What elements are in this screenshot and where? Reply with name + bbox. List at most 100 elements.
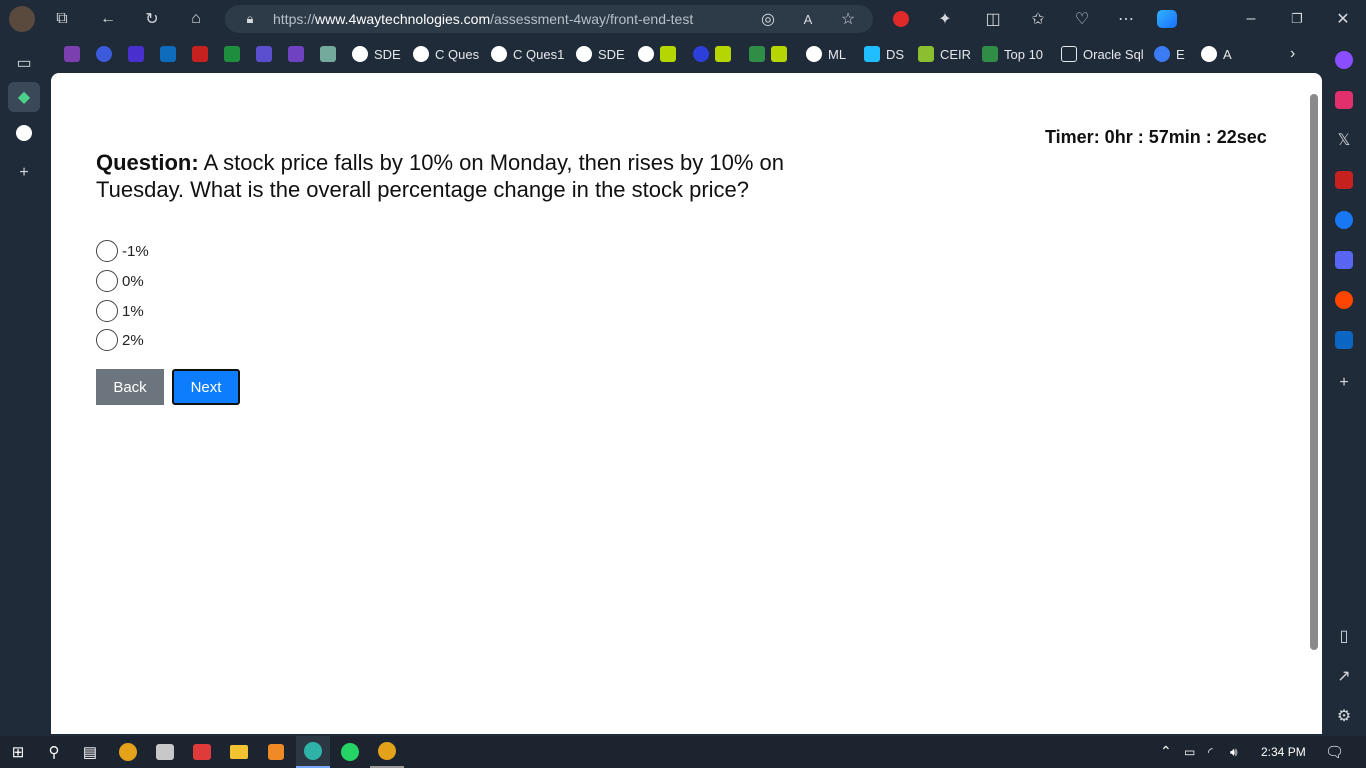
timer: Timer: 0hr : 57min : 22sec (1045, 127, 1267, 147)
bookmark-oracle-sql[interactable]: Oracle Sql (1061, 44, 1144, 64)
add-sidebar-app-icon[interactable]: + (1331, 370, 1357, 396)
option-1[interactable]: -1% (96, 239, 149, 263)
favorite-star-icon[interactable]: ☆ (835, 6, 861, 32)
bookmark-ds[interactable]: DS (864, 44, 904, 64)
gmail-sidebar-icon[interactable] (1335, 171, 1353, 189)
volume-icon[interactable]: 🔊︎ (1230, 745, 1238, 760)
favorites-icon[interactable]: ✩ (1025, 6, 1051, 32)
discord-icon[interactable] (1335, 251, 1353, 269)
windows-start-icon[interactable]: ⊞ (1, 736, 35, 768)
edge-taskbar-icon[interactable] (296, 736, 330, 768)
bookmark-icon-7[interactable] (693, 44, 737, 64)
bookmark-c-ques[interactable]: C Ques (413, 44, 479, 64)
lock-icon: 🔒︎ (246, 11, 254, 26)
bookmark-icon-6[interactable] (638, 44, 682, 64)
bookmark-e[interactable]: E (1154, 44, 1185, 64)
open-external-icon[interactable]: ↗ (1331, 663, 1357, 689)
messenger-icon[interactable] (1335, 51, 1353, 69)
clock[interactable]: 2:34 PM (1261, 745, 1306, 759)
facebook-icon[interactable] (1335, 211, 1353, 229)
app-taskbar-icon-2[interactable] (185, 736, 219, 768)
search-icon[interactable]: ⚲ (37, 736, 71, 768)
instagram-icon[interactable] (1335, 91, 1353, 109)
bookmark-icon-8[interactable] (749, 44, 793, 64)
back-arrow-icon[interactable]: ← (95, 6, 121, 32)
option-label: 0% (122, 272, 144, 290)
bookmark-icon-5[interactable] (288, 44, 310, 64)
task-view-icon[interactable]: ▤ (73, 736, 107, 768)
close-icon[interactable]: ✕ (1330, 6, 1356, 32)
tab-sidebar-toggle-icon[interactable]: ▭ (11, 50, 37, 76)
linkedin-icon[interactable] (1335, 331, 1353, 349)
question-label: Question: (96, 150, 199, 175)
refresh-icon[interactable]: ↻ (139, 6, 165, 32)
page-content: Timer: 0hr : 57min : 22sec Question: A s… (51, 73, 1322, 734)
profile-avatar[interactable] (9, 6, 35, 32)
x-twitter-icon[interactable]: 𝕏 (1331, 127, 1357, 153)
bookmark-icon-3[interactable] (128, 44, 150, 64)
option-4[interactable]: 2% (96, 328, 144, 352)
read-aloud-icon[interactable]: A (795, 6, 821, 32)
tab-actions-icon[interactable]: ⧉ (49, 6, 75, 32)
address-bar[interactable]: 🔒︎ https://www.4waytechnologies.com/asse… (225, 5, 873, 33)
option-3[interactable]: 1% (96, 299, 144, 323)
windows-taskbar: ⊞ ⚲ ▤ ⌃ ▭ ◜ 🔊︎ 2:34 PM 🗨︎ (0, 736, 1366, 768)
github-icon (491, 46, 507, 62)
question-text: A stock price falls by 10% on Monday, th… (96, 150, 785, 202)
bookmark-icon-4[interactable] (256, 44, 278, 64)
chrome-taskbar-icon-2[interactable] (370, 736, 404, 768)
next-button[interactable]: Next (172, 369, 240, 405)
more-menu-icon[interactable]: ⋯ (1113, 6, 1139, 32)
battery-icon[interactable]: ▭ (1184, 745, 1195, 759)
gmail-icon[interactable] (192, 44, 214, 64)
notifications-icon[interactable]: 🗨︎ (1325, 743, 1344, 761)
google-icon (576, 46, 592, 62)
kaggle-icon (864, 46, 880, 62)
file-explorer-icon[interactable] (222, 736, 256, 768)
chatgpt-icon[interactable] (320, 44, 342, 64)
bookmark-top-10[interactable]: Top 10 (982, 44, 1043, 64)
chrome-taskbar-icon[interactable] (111, 736, 145, 768)
url-text: https://www.4waytechnologies.com/assessm… (273, 11, 694, 27)
app-taskbar-icon-1[interactable] (148, 736, 182, 768)
split-screen-icon[interactable]: ◫ (980, 6, 1006, 32)
bookmark-sde-1[interactable]: SDE (352, 44, 401, 64)
radio-button[interactable] (96, 240, 118, 262)
active-tab-icon[interactable]: ◆ (8, 82, 40, 112)
scrollbar-thumb[interactable] (1310, 94, 1318, 650)
browser-essentials-icon[interactable]: ♡ (1069, 6, 1095, 32)
sheets-icon[interactable] (224, 44, 246, 64)
bookmark-sde-2[interactable]: SDE (576, 44, 625, 64)
bookmark-ml[interactable]: ML (806, 44, 846, 64)
settings-gear-icon[interactable]: ⚙ (1331, 703, 1357, 729)
bookmark-ceir[interactable]: CEIR (918, 44, 971, 64)
restore-icon[interactable]: ❐ (1284, 6, 1310, 32)
reddit-icon[interactable] (1335, 291, 1353, 309)
back-button[interactable]: Back (96, 369, 164, 405)
bookmark-icon-2[interactable] (96, 44, 118, 64)
extension-stop-icon[interactable] (888, 6, 914, 32)
bookmark-icon-1[interactable] (64, 44, 86, 64)
home-icon[interactable]: ⌂ (183, 6, 209, 32)
radio-button[interactable] (96, 329, 118, 351)
radio-button[interactable] (96, 270, 118, 292)
outlook-icon[interactable] (160, 44, 182, 64)
sidebar-layout-icon[interactable]: ▯ (1331, 623, 1357, 649)
option-label: 1% (122, 302, 144, 320)
whatsapp-icon[interactable] (333, 736, 367, 768)
vertical-tab-bar: ▭ ◆ + (0, 40, 48, 734)
option-2[interactable]: 0% (96, 269, 144, 293)
new-tab-icon[interactable]: + (11, 160, 37, 186)
radio-button[interactable] (96, 300, 118, 322)
location-icon[interactable]: ◎ (755, 6, 781, 32)
bookmarks-overflow-icon[interactable]: › (1290, 44, 1295, 64)
minimize-icon[interactable]: – (1238, 6, 1264, 32)
sublime-text-icon[interactable] (259, 736, 293, 768)
google-tab-icon[interactable] (11, 120, 37, 146)
wifi-icon[interactable]: ◜ (1208, 745, 1213, 759)
copilot-icon[interactable] (1154, 6, 1180, 32)
tray-chevron-icon[interactable]: ⌃ (1160, 743, 1172, 760)
bookmark-c-ques1[interactable]: C Ques1 (491, 44, 564, 64)
bookmark-a[interactable]: A (1201, 44, 1232, 64)
extensions-icon[interactable]: ✦ (932, 6, 958, 32)
